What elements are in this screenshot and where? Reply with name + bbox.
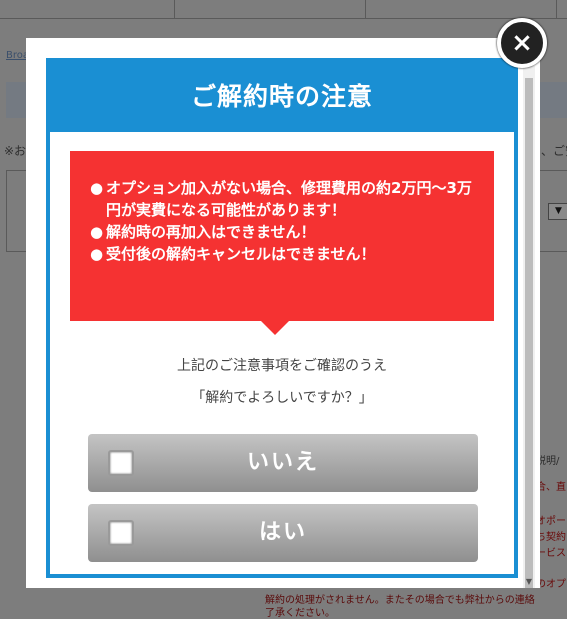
chevron-down-icon: ▼: [555, 206, 562, 216]
confirm-question: 「解約でよろしいですか？」: [191, 390, 373, 406]
modal-title: ご解約時の注意: [50, 62, 514, 132]
background-bottom-text: 了承ください。: [265, 608, 335, 619]
background-table-cell: [175, 0, 366, 18]
background-side-text: のオプ: [536, 579, 566, 590]
yes-button-label: はい: [258, 520, 307, 545]
warning-item: ● 解約時の再加入はできません！: [90, 221, 474, 243]
background-side-text: ービスを: [536, 548, 567, 559]
warning-item: ● 受付後の解約キャンセルはできません！: [90, 243, 474, 265]
bullet-icon: ●: [90, 223, 104, 241]
scroll-down-icon[interactable]: ▼: [523, 576, 535, 588]
background-top-table: [0, 0, 567, 19]
close-button[interactable]: ×: [497, 18, 547, 68]
speech-arrow-icon: [261, 321, 289, 335]
cancellation-modal: ご解約時の注意 ● オプション加入がない場合、修理費用の約2万円〜3万円が実費に…: [26, 38, 540, 588]
background-note-left: ※お: [4, 144, 27, 158]
bullet-icon: ●: [90, 179, 104, 197]
modal-content: ご解約時の注意 ● オプション加入がない場合、修理費用の約2万円〜3万円が実費に…: [46, 58, 518, 578]
warning-text: 解約時の再加入はできません！: [106, 223, 316, 241]
warning-text: オプション加入がない場合、修理費用の約2万円〜3万円が実費になる可能性があります…: [106, 179, 472, 219]
background-side-text: 合、直: [536, 482, 566, 493]
no-button-label: いいえ: [246, 450, 319, 475]
background-select: ▼: [548, 203, 567, 220]
warning-box: ● オプション加入がない場合、修理費用の約2万円〜3万円が実費になる可能性があり…: [70, 151, 494, 321]
background-note-right: 、ご安: [541, 144, 567, 158]
scrollbar-thumb[interactable]: [525, 78, 533, 588]
bullet-icon: ●: [90, 245, 104, 263]
background-side-text: オポー: [536, 516, 566, 527]
no-button[interactable]: いいえ: [88, 434, 478, 492]
confirm-message: 上記のご注意事項をご確認のうえ: [177, 358, 387, 374]
modal-scrollbar[interactable]: ▼: [523, 66, 535, 588]
close-icon: ×: [511, 28, 533, 58]
background-table-cell: [366, 0, 557, 18]
background-table-cell: [0, 0, 175, 18]
background-side-text: ち契約オ: [536, 532, 567, 543]
warning-text: 受付後の解約キャンセルはできません！: [106, 245, 376, 263]
warning-item: ● オプション加入がない場合、修理費用の約2万円〜3万円が実費になる可能性があり…: [90, 177, 474, 221]
yes-button[interactable]: はい: [88, 504, 478, 562]
